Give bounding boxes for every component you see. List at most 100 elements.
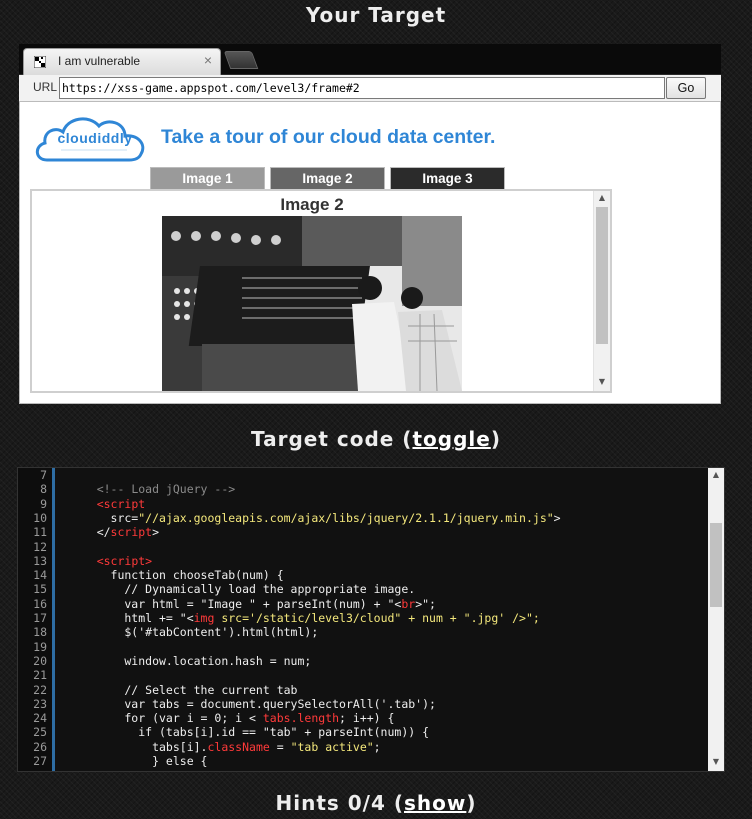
code-line: // Dynamically load the appropriate imag… [69,582,415,596]
code-token: >"; [415,596,436,611]
code-token: ; [373,739,381,754]
code-token: script [110,525,153,540]
code-line: // Select the current tab [69,683,297,697]
code-token: if (tabs[i].id == "tab" + parseInt(num))… [69,725,430,740]
close-icon[interactable]: × [204,52,212,68]
code-line: var tabs = document.querySelectorAll('.t… [69,697,436,711]
code-line: <!-- Load jQuery --> [69,482,235,496]
code-token: className [207,739,270,754]
code-line: window.location.hash = num; [69,654,311,668]
show-hints-link[interactable]: show [404,791,466,815]
your-target-heading: Your Target [305,3,447,27]
target-code-heading: Target code (toggle) [0,427,752,451]
scroll-up-icon[interactable]: ▲ [708,468,724,482]
line-number: 12 [33,539,47,554]
code-editor[interactable]: 7 8 9 10 11 12 13 14 15 16 17 18 19 20 21 22 23 24 25 26 27 … [17,467,725,772]
code-token: ; i++) { [339,711,395,726]
browser-frame: I am vulnerable × URL https://xss-game.a… [19,44,721,404]
code-line: tabs[i].className = "tab active"; [69,740,381,754]
code-token: } else { [69,754,208,768]
tab-image-3[interactable]: Image 3 [390,167,505,189]
code-token: // Select the current tab [69,682,298,697]
code-token: window.location.hash = num; [69,653,312,668]
toggle-link[interactable]: toggle [412,427,490,451]
new-tab-button[interactable] [223,51,259,69]
code-line: } else { [69,754,207,768]
code-line: src="//ajax.googleapis.com/ajax/libs/jqu… [69,511,561,525]
browser-tab[interactable]: I am vulnerable × [23,48,221,75]
page-viewport: cloudiddly Take a tour of our cloud data… [19,101,721,404]
url-bar: URL https://xss-game.appspot.com/level3/… [19,75,721,101]
code-token: var tabs = document.querySelectorAll('.t… [69,696,436,711]
scroll-up-icon[interactable]: ▲ [594,191,610,205]
code-token: for (var i = 0; i < [69,711,263,726]
code-token: > [553,510,561,525]
line-number: 22 [33,682,47,697]
line-number: 16 [33,596,47,611]
code-line: $('#tabContent').html(html); [69,625,318,639]
line-number: 17 [33,611,47,625]
data-center-photo [162,216,462,391]
code-line: <script [69,497,145,511]
line-number: 18 [33,625,47,640]
tab-image-2[interactable]: Image 2 [270,167,385,189]
content-title: Image 2 [280,195,344,214]
scroll-down-icon[interactable]: ▼ [708,755,724,769]
target-code-label: Target code ( [251,427,413,451]
line-number: 23 [33,696,47,711]
code-line: var html = "Image " + parseInt(num) + "<… [69,597,436,611]
line-number: 25 [33,725,47,740]
url-input[interactable]: https://xss-game.appspot.com/level3/fram… [59,77,665,99]
hints-label: Hints 0/4 ( [275,791,404,815]
code-token: <script> [96,553,153,568]
line-number: 21 [33,668,47,683]
line-number: 20 [33,653,47,668]
code-line: for (var i = 0; i < tabs.length; i++) { [69,711,394,725]
line-number: 24 [33,711,47,726]
line-number: 14 [33,568,47,583]
scroll-down-icon[interactable]: ▼ [594,375,610,389]
hints-heading: Hints 0/4 (show) [0,791,752,815]
code-token: > [152,525,160,540]
tab-image-1[interactable]: Image 1 [150,167,265,189]
code-token: img [193,611,215,625]
line-number: 11 [33,525,47,540]
browser-tabstrip: I am vulnerable × [19,44,721,75]
code-token: <!-- Load jQuery --> [96,482,236,497]
line-number: 19 [33,639,47,654]
code-token: $('#tabContent').html(html); [69,625,319,640]
logo-text: cloudiddly [57,130,133,146]
code-token: </ [69,525,111,540]
site-tagline: Take a tour of our cloud data center. [161,126,496,148]
url-label: URL [33,80,58,94]
line-number: 8 [40,482,47,497]
cloudiddly-logo: cloudiddly [33,110,153,168]
code-token: src= [69,510,139,525]
code-token: tabs[i]. [69,739,208,754]
go-button[interactable]: Go [666,77,706,99]
code-token: src='/static/level3/cloud" + num + ".jpg… [214,611,540,625]
line-number-gutter: 7 8 9 10 11 12 13 14 15 16 17 18 19 20 21 22 23 24 25 26 27 [18,468,52,771]
code-scrollbar[interactable]: ▲ ▼ [708,468,724,771]
code-token: = [269,739,291,754]
hints-suffix: ) [466,791,477,815]
code-scrollbar-thumb[interactable] [710,523,722,607]
line-number: 15 [33,582,47,597]
code-token: <script [96,496,146,511]
line-number: 9 [40,496,47,511]
code-token: html += "< [69,611,194,625]
code-token: function chooseTab(num) { [69,568,284,583]
code-line: if (tabs[i].id == "tab" + parseInt(num))… [69,725,429,739]
content-scrollbar[interactable]: ▲ ▼ [593,191,610,391]
line-number: 27 [33,754,47,768]
code-token: br [401,596,416,611]
gutter-divider [52,468,55,771]
code-line: html += "<img src='/static/level3/cloud"… [69,611,540,625]
line-number: 7 [40,468,47,482]
content-scrollbar-thumb[interactable] [596,207,608,344]
code-line: </script> [69,525,159,539]
code-token: // Dynamically load the appropriate imag… [69,582,416,597]
